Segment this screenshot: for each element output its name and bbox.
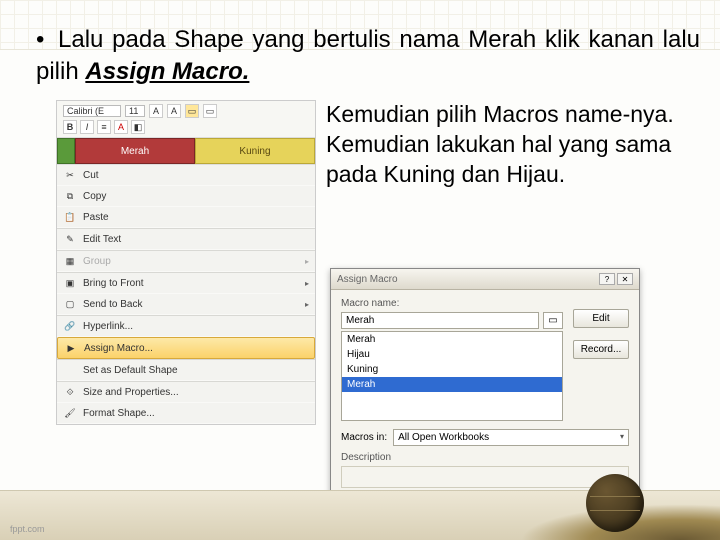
ctx-hyperlink-label: Hyperlink... — [83, 321, 309, 332]
help-button[interactable]: ? — [599, 273, 615, 285]
macro-name-label: Macro name: — [341, 298, 563, 309]
shape-row: Merah Kuning — [57, 138, 315, 164]
shape-fill-button[interactable]: ▭ — [185, 104, 199, 118]
fill-color-button[interactable]: ◧ — [131, 120, 145, 134]
italic-button[interactable]: I — [80, 120, 94, 134]
font-name-box[interactable]: Calibri (E — [63, 105, 121, 117]
close-button[interactable]: ✕ — [617, 273, 633, 285]
align-button[interactable]: ≡ — [97, 120, 111, 134]
screenshot-context-menu: Calibri (E 11 A A ▭ ▭ B I ≡ A ◧ Merah Ku… — [56, 100, 316, 425]
bring-front-icon: ▣ — [63, 276, 77, 290]
ctx-assign-macro-label: Assign Macro... — [84, 343, 308, 354]
list-item[interactable]: Merah — [342, 332, 562, 347]
bullet-text-emph: Assign Macro. — [85, 58, 249, 85]
ctx-copy[interactable]: ⧉ Copy — [57, 186, 315, 207]
ctx-size-props[interactable]: ⟐ Size and Properties... — [57, 381, 315, 403]
ctx-hyperlink[interactable]: 🔗 Hyperlink... — [57, 315, 315, 337]
ctx-format-shape[interactable]: 🖌 Format Shape... — [57, 403, 315, 424]
collapse-icon: ▭ — [548, 315, 557, 326]
ctx-edit-text[interactable]: ✎ Edit Text — [57, 228, 315, 250]
copy-icon: ⧉ — [63, 189, 77, 203]
group-icon: ▦ — [63, 254, 77, 268]
chevron-right-icon: ▸ — [305, 279, 309, 288]
size-icon: ⟐ — [63, 385, 77, 399]
edit-button[interactable]: Edit — [573, 309, 629, 328]
bold-button[interactable]: B — [63, 120, 77, 134]
ctx-cut[interactable]: ✂ Cut — [57, 165, 315, 186]
shape-yellow[interactable]: Kuning — [195, 138, 315, 164]
ctx-copy-label: Copy — [83, 191, 309, 202]
grow-font-button[interactable]: A — [149, 104, 163, 118]
ctx-cut-label: Cut — [83, 170, 309, 181]
dialog-titlebar: Assign Macro ? ✕ — [331, 269, 639, 290]
send-back-icon: ▢ — [63, 297, 77, 311]
ctx-format-shape-label: Format Shape... — [83, 408, 309, 419]
ctx-edit-text-label: Edit Text — [83, 234, 309, 245]
macro-listbox[interactable]: Merah Hijau Kuning Merah — [341, 331, 563, 421]
macros-in-combo[interactable]: All Open Workbooks — [393, 429, 629, 446]
shape-outline-button[interactable]: ▭ — [203, 104, 217, 118]
macro-name-input[interactable]: Merah — [341, 312, 539, 329]
record-button[interactable]: Record... — [573, 340, 629, 359]
ctx-group-label: Group — [83, 256, 299, 267]
bullet-dot: • — [36, 24, 58, 56]
shrink-font-button[interactable]: A — [167, 104, 181, 118]
list-item[interactable]: Hijau — [342, 347, 562, 362]
blank-icon — [63, 363, 77, 377]
list-item[interactable]: Kuning — [342, 362, 562, 377]
ctx-bring-front-label: Bring to Front — [83, 278, 299, 289]
format-icon: 🖌 — [63, 406, 77, 420]
dialog-title: Assign Macro — [337, 274, 597, 285]
macro-icon: ▶ — [64, 341, 78, 355]
list-item-selected[interactable]: Merah — [342, 377, 562, 392]
ctx-paste[interactable]: 📋 Paste — [57, 207, 315, 228]
scissors-icon: ✂ — [63, 168, 77, 182]
chevron-right-icon: ▸ — [305, 300, 309, 309]
hyperlink-icon: 🔗 — [63, 319, 77, 333]
edit-text-icon: ✎ — [63, 232, 77, 246]
bullet-paragraph: •Lalu pada Shape yang bertulis nama Mera… — [36, 24, 700, 87]
ctx-assign-macro[interactable]: ▶ Assign Macro... — [57, 337, 315, 359]
description-label: Description — [341, 452, 629, 463]
description-box — [341, 466, 629, 488]
macros-in-label: Macros in: — [341, 432, 387, 443]
mini-toolbar: Calibri (E 11 A A ▭ ▭ B I ≡ A ◧ — [57, 101, 315, 138]
ctx-paste-label: Paste — [83, 212, 309, 223]
font-size-box[interactable]: 11 — [125, 105, 145, 117]
font-color-button[interactable]: A — [114, 120, 128, 134]
ctx-send-back[interactable]: ▢ Send to Back ▸ — [57, 294, 315, 315]
footer-credit: fppt.com — [10, 524, 45, 534]
ctx-size-props-label: Size and Properties... — [83, 387, 309, 398]
ctx-set-default-label: Set as Default Shape — [83, 365, 309, 376]
chevron-right-icon: ▸ — [305, 257, 309, 266]
ctx-set-default[interactable]: Set as Default Shape — [57, 359, 315, 381]
shape-green-edge — [57, 138, 75, 164]
ctx-bring-front[interactable]: ▣ Bring to Front ▸ — [57, 272, 315, 294]
collapse-dialog-button[interactable]: ▭ — [543, 312, 563, 329]
context-menu: ✂ Cut ⧉ Copy 📋 Paste ✎ Edit Text ▦ Group… — [57, 164, 315, 424]
shape-red[interactable]: Merah — [75, 138, 195, 164]
ctx-group: ▦ Group ▸ — [57, 250, 315, 272]
ctx-send-back-label: Send to Back — [83, 299, 299, 310]
globe-icon — [586, 474, 644, 532]
paste-icon: 📋 — [63, 210, 77, 224]
